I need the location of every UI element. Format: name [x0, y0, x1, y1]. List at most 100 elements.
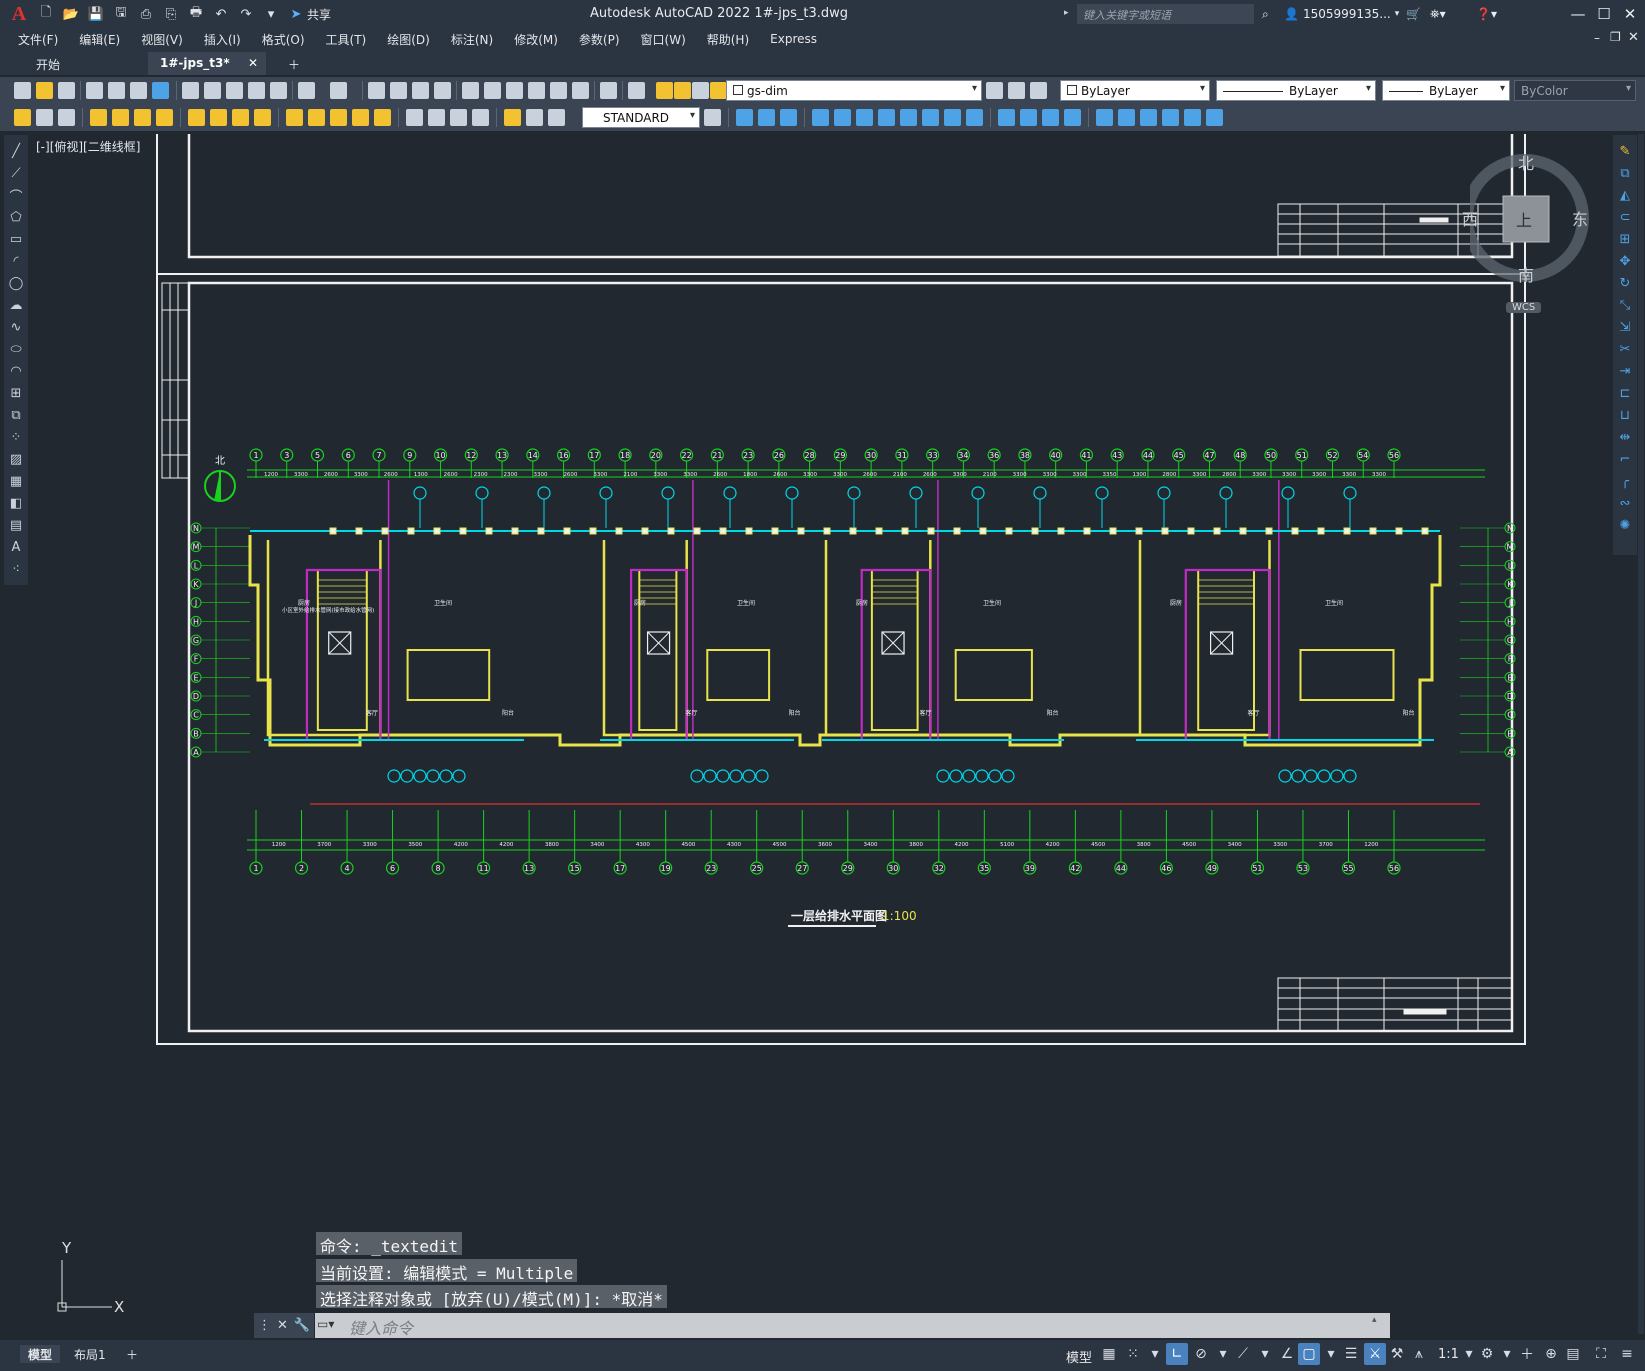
design-center-icon[interactable]: [484, 82, 501, 99]
dim-diameter-icon[interactable]: [232, 109, 249, 126]
publish-icon[interactable]: ⎘: [160, 3, 182, 25]
tolerance-icon[interactable]: [406, 109, 423, 126]
polar-icon[interactable]: ⊘: [1190, 1343, 1212, 1365]
sheet-set-icon[interactable]: [528, 82, 545, 99]
user-account[interactable]: 👤 1505999135... ▾: [1284, 4, 1399, 24]
close-cmd-icon[interactable]: ✕: [277, 1318, 288, 1333]
extend-pal-icon[interactable]: ⇥: [1617, 363, 1633, 379]
customize-wrench-icon[interactable]: 🔧: [294, 1318, 310, 1333]
menu-dimension[interactable]: 标注(N): [451, 31, 493, 48]
command-input[interactable]: 键入命令: [315, 1313, 1390, 1338]
qnew-icon[interactable]: [14, 82, 31, 99]
join-icon[interactable]: [1020, 109, 1037, 126]
menu-window[interactable]: 窗口(W): [641, 31, 686, 48]
copy-icon[interactable]: [204, 82, 221, 99]
menu-edit[interactable]: 编辑(E): [79, 31, 120, 48]
layer-on-icon[interactable]: [656, 82, 673, 99]
offset-icon[interactable]: [812, 109, 829, 126]
break-point-pal-icon[interactable]: ⊏: [1617, 385, 1633, 401]
tab-model[interactable]: 模型: [20, 1345, 61, 1363]
model-space-button[interactable]: 模型: [1066, 1347, 1092, 1366]
3d-dwf-icon[interactable]: [152, 82, 169, 99]
publish-dwf-icon[interactable]: [130, 82, 147, 99]
dim-ordinate-icon[interactable]: [156, 109, 173, 126]
calculator-icon[interactable]: [572, 82, 589, 99]
break-pal-icon[interactable]: ⊔: [1617, 407, 1633, 423]
align-icon[interactable]: [1162, 109, 1179, 126]
isodraft-icon[interactable]: ⟋: [1232, 1343, 1254, 1365]
compass-north[interactable]: 北: [1518, 150, 1534, 174]
dim-style-dropdown[interactable]: STANDARD ▾: [582, 107, 700, 128]
save-as-icon[interactable]: 🖫: [110, 3, 132, 25]
cart-icon[interactable]: 🛒: [1406, 4, 1421, 24]
redo-tb-icon[interactable]: [330, 82, 347, 99]
dim-reassociate-icon[interactable]: [548, 109, 565, 126]
menu-draw[interactable]: 绘图(D): [387, 31, 430, 48]
qsave-icon[interactable]: [58, 82, 75, 99]
dim-style-manager-icon[interactable]: [704, 109, 721, 126]
undo-icon[interactable]: ↶: [210, 3, 232, 25]
markup-icon[interactable]: [550, 82, 567, 99]
dim-angular-icon[interactable]: [254, 109, 271, 126]
autodesk-app-icon[interactable]: ⛯▾: [1430, 4, 1446, 24]
compass-east[interactable]: 东: [1572, 206, 1588, 230]
isodraft-menu-icon[interactable]: ▾: [1254, 1343, 1276, 1365]
move-pal-icon[interactable]: ✥: [1617, 253, 1633, 269]
properties-icon[interactable]: [462, 82, 479, 99]
units-icon[interactable]: ⊕: [1540, 1343, 1562, 1365]
layer-properties-icon[interactable]: [628, 82, 645, 99]
grip-icon[interactable]: ⋮: [258, 1318, 271, 1333]
snap-menu-icon[interactable]: ▾: [1144, 1343, 1166, 1365]
extend-icon[interactable]: [966, 109, 983, 126]
add-layout-button[interactable]: ＋: [118, 1345, 146, 1363]
plotstyle-dropdown[interactable]: ByColor ▾: [1514, 80, 1636, 101]
doc-restore-button[interactable]: ❐: [1610, 30, 1621, 44]
recent-commands-icon[interactable]: ▭▾: [317, 1317, 341, 1334]
array-icon[interactable]: [834, 109, 851, 126]
dim-jogged-icon[interactable]: [210, 109, 227, 126]
stretch-pal-icon[interactable]: ⇲: [1617, 319, 1633, 335]
mirror-icon[interactable]: [780, 109, 797, 126]
snap-icon[interactable]: ⁙: [1122, 1343, 1144, 1365]
dim-break-icon[interactable]: [374, 109, 391, 126]
lineweight-display-icon[interactable]: ☰: [1340, 1343, 1362, 1365]
menu-express[interactable]: Express: [770, 32, 817, 46]
menu-modify[interactable]: 修改(M): [514, 31, 558, 48]
layer-lock-icon[interactable]: [710, 82, 727, 99]
array-pal-icon[interactable]: ⊞: [1617, 231, 1633, 247]
layer-freeze-icon[interactable]: [674, 82, 691, 99]
erase-pal-icon[interactable]: ✎: [1617, 143, 1633, 159]
dim-linear-icon[interactable]: [90, 109, 107, 126]
viewcube-top-face[interactable]: 上: [1516, 207, 1532, 231]
layer-previous-icon[interactable]: [1008, 82, 1025, 99]
scale-pal-icon[interactable]: ⤡: [1617, 297, 1633, 313]
new-tab-button[interactable]: ＋: [276, 52, 312, 75]
print-icon[interactable]: [86, 82, 103, 99]
annotation-scale-icon[interactable]: ⩚: [1408, 1343, 1430, 1365]
help-icon[interactable]: ❓▾: [1476, 4, 1497, 24]
dim-baseline-icon[interactable]: [308, 109, 325, 126]
customize-qa-icon[interactable]: ▾: [260, 3, 282, 25]
fillet-pal-icon[interactable]: ╭: [1617, 473, 1633, 489]
menu-format[interactable]: 格式(O): [262, 31, 305, 48]
pan-icon[interactable]: [368, 82, 385, 99]
plot-icon[interactable]: 🖶: [185, 3, 207, 25]
compass-south[interactable]: 南: [1518, 262, 1534, 286]
join-pal-icon[interactable]: ⇹: [1617, 429, 1633, 445]
center-mark-icon[interactable]: [428, 109, 445, 126]
workspace-menu-icon[interactable]: ▾: [1496, 1343, 1518, 1365]
doc-close-button[interactable]: ✕: [1628, 30, 1639, 45]
ortho-icon[interactable]: ∟: [1166, 1343, 1188, 1365]
trim-icon[interactable]: [944, 109, 961, 126]
dim-radius-icon[interactable]: [188, 109, 205, 126]
tool-palettes-icon[interactable]: [506, 82, 523, 99]
web-save-icon[interactable]: ⎙: [135, 3, 157, 25]
match-prop-icon[interactable]: [248, 82, 265, 99]
menu-view[interactable]: 视图(V): [141, 31, 183, 48]
cut-icon[interactable]: [182, 82, 199, 99]
annotation-monitor-icon[interactable]: ＋: [1516, 1343, 1538, 1365]
linetype-dropdown[interactable]: ByLayer ▾: [1216, 80, 1376, 101]
offset-pal-icon[interactable]: ⊂: [1617, 209, 1633, 225]
polar-menu-icon[interactable]: ▾: [1212, 1343, 1234, 1365]
grid-icon[interactable]: ▦: [1098, 1343, 1120, 1365]
